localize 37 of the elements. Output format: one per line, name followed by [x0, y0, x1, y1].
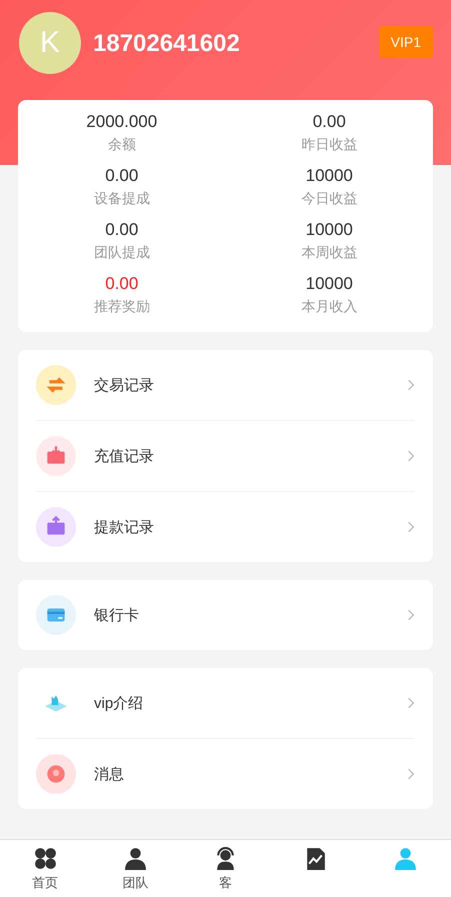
vip-badge: VIP1 — [378, 26, 433, 58]
menu-item[interactable]: 充值记录 — [36, 421, 415, 492]
menu-item[interactable]: 交易记录 — [36, 350, 415, 421]
menu-item[interactable]: 提款记录 — [36, 492, 415, 562]
chevron-right-icon — [407, 608, 415, 622]
stat-value: 2000.000 — [86, 112, 158, 132]
stat-label: 余额 — [108, 136, 136, 154]
tab[interactable]: 客 — [180, 840, 271, 897]
stat-label: 昨日收益 — [301, 136, 358, 154]
menu-item[interactable]: 消息 — [36, 739, 415, 809]
tab[interactable]: 团队 — [90, 840, 180, 897]
stat-value: 10000 — [306, 274, 353, 294]
stat-label: 本周收益 — [301, 244, 358, 262]
tab[interactable]: 首页 — [0, 840, 90, 897]
stat-label: 推荐奖励 — [94, 298, 150, 316]
stat-value: 0.00 — [105, 166, 138, 186]
stat-value: 0.00 — [105, 220, 138, 240]
chevron-right-icon — [407, 520, 415, 534]
grid-icon — [32, 846, 58, 871]
person-icon — [393, 846, 418, 871]
stat-label: 本月收入 — [301, 298, 358, 316]
chevron-right-icon — [407, 378, 415, 392]
chevron-right-icon — [407, 696, 415, 710]
menu-item[interactable]: 银行卡 — [36, 580, 415, 650]
phone-number: 18702641602 — [93, 30, 241, 58]
chevron-right-icon — [407, 449, 415, 463]
stat-value: 10000 — [306, 220, 353, 240]
chevron-right-icon — [407, 767, 415, 781]
menu-item[interactable]: vip介绍 — [36, 668, 415, 739]
stat-label: 团队提成 — [94, 244, 150, 262]
stat-label: 今日收益 — [301, 190, 358, 208]
stat-value: 0.00 — [312, 112, 346, 132]
stat-label: 设备提成 — [94, 190, 150, 208]
person-icon — [122, 846, 148, 871]
avatar: K — [19, 12, 81, 74]
stat-value: 10000 — [306, 166, 353, 186]
stat-value: 0.00 — [105, 274, 138, 294]
